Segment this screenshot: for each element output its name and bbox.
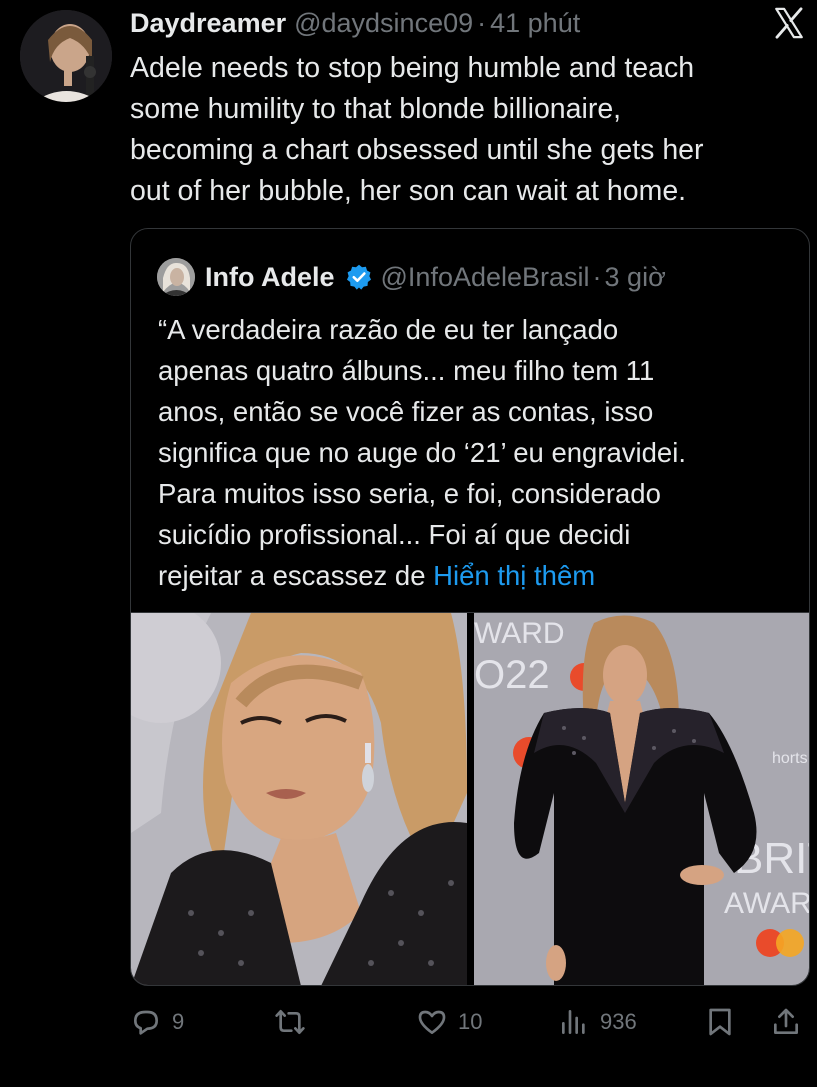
quoted-author-name[interactable]: Info Adele: [205, 262, 335, 293]
like-icon: [418, 1010, 446, 1034]
quoted-tweet[interactable]: Info Adele @InfoAdeleBrasil · 3 giờ “A v…: [130, 228, 810, 986]
user-avatar-photo: [20, 10, 112, 102]
header-separator: ·: [477, 7, 487, 38]
bookmark-button[interactable]: [704, 1002, 736, 1042]
show-more-link[interactable]: Hiển thị thêm: [433, 560, 595, 591]
quoted-separator: ·: [592, 261, 602, 292]
views-count: 936: [600, 1009, 637, 1034]
tweet-header: Daydreamer @daydsince09 · 41 phút: [130, 6, 580, 40]
backdrop-text-year: O22: [474, 653, 550, 697]
quoted-text-body: “A verdadeira razão de eu ter lançado ap…: [158, 314, 686, 591]
reply-icon: [134, 1010, 158, 1035]
verified-badge-icon: [346, 264, 371, 290]
quoted-text: “A verdadeira razão de eu ter lançado ap…: [158, 309, 788, 596]
photo-adele-full-length[interactable]: WARD O22 horts BRIT AWARDS: [473, 613, 809, 985]
tweet-text: Adele needs to stop being humble and tea…: [130, 52, 704, 207]
quoted-avatar-photo: [157, 258, 195, 296]
author-handle[interactable]: @daydsince09: [294, 8, 473, 39]
x-logo-icon: [772, 6, 806, 40]
reply-button[interactable]: 9: [130, 1002, 184, 1042]
tweet-actions: 9 10 936: [130, 1002, 810, 1042]
like-count: 10: [458, 1009, 483, 1034]
quoted-author-handle[interactable]: @InfoAdeleBrasil: [381, 262, 590, 293]
share-button[interactable]: [770, 1002, 802, 1042]
backdrop-text-side: horts: [772, 750, 808, 767]
author-name[interactable]: Daydreamer: [130, 8, 286, 39]
bookmark-icon: [709, 1008, 731, 1036]
views-button[interactable]: 936: [558, 1002, 637, 1042]
quoted-author-avatar[interactable]: [157, 258, 195, 296]
user-avatar[interactable]: [20, 10, 112, 102]
quoted-header: Info Adele @InfoAdeleBrasil · 3 giờ: [205, 258, 666, 296]
share-icon: [774, 1008, 798, 1034]
backdrop-text-awards-lower: AWARDS: [724, 887, 809, 920]
repost-button[interactable]: [274, 1002, 316, 1042]
repost-icon: [275, 1010, 305, 1034]
views-icon: [562, 1010, 585, 1034]
photo-adele-closeup[interactable]: [131, 613, 467, 985]
backdrop-text-awards: WARD: [474, 617, 565, 650]
like-button[interactable]: 10: [416, 1002, 482, 1042]
quoted-time[interactable]: 3 giờ: [605, 262, 666, 293]
reply-count: 9: [172, 1009, 185, 1034]
tweet-time[interactable]: 41 phút: [490, 8, 580, 39]
quoted-media[interactable]: WARD O22 horts BRIT AWARDS: [131, 612, 809, 985]
